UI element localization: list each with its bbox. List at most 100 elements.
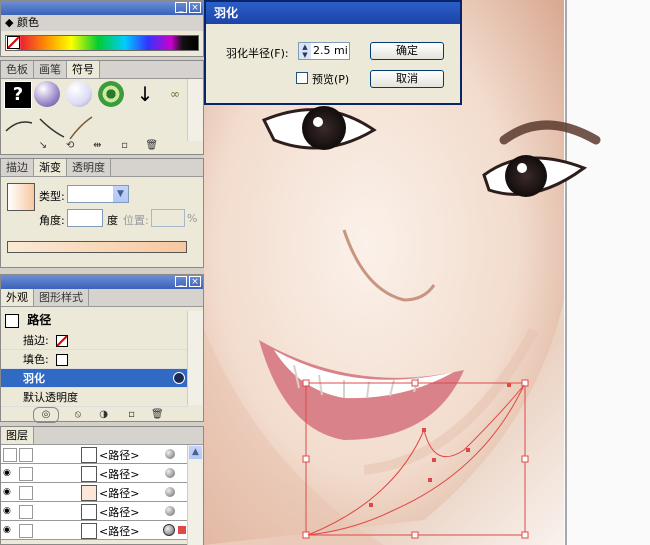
preview-checkbox[interactable] — [296, 72, 308, 84]
symbol-arrow-icon[interactable]: ↓ — [132, 81, 158, 107]
gradient-type-label: 类型: — [39, 190, 65, 203]
color-spectrum-bar[interactable] — [5, 35, 199, 51]
lock-toggle[interactable] — [19, 486, 33, 500]
eye-icon[interactable]: ◉ — [3, 505, 15, 517]
tab-graphic-styles[interactable]: 图形样式 — [34, 289, 89, 306]
appearance-object-title: 路径 — [27, 313, 52, 327]
symbol-sphere-white-icon[interactable] — [66, 81, 92, 107]
feather-dialog-title[interactable]: 羽化 — [206, 2, 460, 24]
appearance-row-stroke[interactable]: 描边: — [1, 331, 189, 350]
tab-gradient[interactable]: 渐变 — [34, 159, 67, 176]
layer-name[interactable]: <路径> — [99, 466, 139, 482]
layer-row[interactable]: <路径> — [1, 445, 189, 464]
layer-thumbnail-icon — [81, 523, 97, 539]
layer-name[interactable]: <路径> — [99, 485, 139, 501]
color-panel-titlebar[interactable]: _ × — [1, 1, 203, 15]
layer-row[interactable]: ◉ <路径> — [1, 483, 189, 502]
lock-toggle[interactable] — [19, 524, 33, 538]
appearance-scrollbar[interactable] — [187, 311, 203, 405]
appearance-panel-titlebar[interactable]: _ × — [1, 275, 203, 289]
target-circle-icon[interactable] — [165, 449, 175, 459]
angle-input[interactable] — [67, 209, 103, 227]
layer-row[interactable]: ◉ <路径> — [1, 521, 189, 540]
ok-button[interactable]: 确定 — [370, 42, 444, 60]
none-color-icon[interactable] — [7, 36, 21, 50]
break-link-icon[interactable]: ⇹ — [90, 139, 104, 153]
symbols-scrollbar[interactable] — [187, 79, 203, 141]
close-icon[interactable]: × — [189, 2, 201, 13]
clear-appearance-icon[interactable]: ⦸ — [71, 408, 85, 422]
angle-label: 角度: — [39, 214, 65, 227]
eye-icon[interactable]: ◉ — [3, 524, 15, 536]
duplicate-item-icon[interactable]: ▫ — [124, 408, 138, 422]
radius-stepper-icon[interactable]: ▲ ▼ — [299, 43, 311, 59]
fill-swatch-icon[interactable] — [56, 354, 69, 366]
layer-thumbnail-icon — [81, 447, 97, 463]
scroll-up-icon[interactable]: ▲ — [189, 446, 202, 459]
eye-icon[interactable]: ◉ — [3, 467, 15, 479]
layer-row[interactable]: ◉ <路径> — [1, 464, 189, 483]
stroke-none-icon[interactable] — [56, 335, 69, 347]
appearance-row-fill[interactable]: 填色: — [1, 350, 189, 369]
visibility-toggle[interactable] — [3, 448, 17, 462]
minimize-icon[interactable]: _ — [175, 276, 187, 287]
gradient-slider-bar[interactable] — [7, 241, 187, 253]
symbol-sphere-purple-icon[interactable] — [34, 81, 60, 107]
position-input[interactable] — [151, 209, 185, 227]
lock-toggle[interactable] — [19, 448, 33, 462]
collapse-arrow-icon[interactable]: ◆ — [5, 16, 13, 29]
layer-name[interactable]: <路径> — [99, 447, 139, 463]
minimize-icon[interactable]: _ — [175, 2, 187, 13]
tab-layers[interactable]: 图层 — [1, 427, 34, 444]
symbol-ornament-icon[interactable]: ∞ — [162, 87, 188, 101]
replace-symbol-icon[interactable]: ⟲ — [63, 139, 77, 153]
gradient-panel-tabs: 描边 渐变 透明度 — [1, 159, 203, 177]
preview-label[interactable]: 预览(P) — [312, 71, 349, 87]
reduce-basic-icon[interactable]: ◑ — [97, 408, 111, 422]
target-circle-icon[interactable] — [163, 524, 175, 536]
layers-scrollbar[interactable]: ▲ — [187, 445, 203, 545]
delete-symbol-icon[interactable]: 🗑 — [145, 139, 159, 153]
tab-brushes[interactable]: 画笔 — [34, 61, 67, 78]
tab-stroke[interactable]: 描边 — [1, 159, 34, 176]
feather-radius-label: 羽化半径(F): — [226, 47, 289, 60]
appearance-row-feather[interactable]: 羽化 — [1, 369, 189, 388]
new-art-basic-icon[interactable]: ◎ — [33, 407, 59, 423]
symbol-brush-strokes — [5, 116, 93, 140]
appearance-row-opacity[interactable]: 默认透明度 — [1, 388, 189, 407]
target-circle-icon[interactable] — [165, 487, 175, 497]
gradient-preview-swatch[interactable] — [7, 183, 35, 211]
angle-unit: 度 — [107, 214, 118, 227]
position-label: 位置: — [123, 214, 149, 227]
tab-swatches[interactable]: 色板 — [1, 61, 34, 78]
tab-appearance[interactable]: 外观 — [1, 289, 34, 306]
lock-toggle[interactable] — [19, 505, 33, 519]
layer-name[interactable]: <路径> — [99, 523, 139, 539]
symbols-panel: 色板 画笔 符号 ? ↓ ∞ ↘ ⟲ ⇹ ▫ 🗑 — [0, 60, 204, 155]
lock-toggle[interactable] — [19, 467, 33, 481]
cancel-button[interactable]: 取消 — [370, 70, 444, 88]
effect-icon[interactable] — [173, 372, 185, 384]
eye-icon[interactable]: ◉ — [3, 486, 15, 498]
delete-item-icon[interactable]: 🗑 — [150, 408, 164, 422]
layer-thumbnail-icon — [81, 466, 97, 482]
tab-transparency[interactable]: 透明度 — [67, 159, 111, 176]
layer-name[interactable]: <路径> — [99, 504, 139, 520]
feather-radius-input[interactable]: ▲ ▼ 2.5 mi — [298, 42, 350, 60]
appearance-toolbar: ◎ ⦸ ◑ ▫ 🗑 — [33, 406, 183, 423]
layers-list: <路径> ◉ <路径> ◉ <路径> ◉ <路径> ◉ <路径> — [1, 445, 189, 545]
new-symbol-icon[interactable]: ▫ — [118, 139, 132, 153]
fill-label: 填色: — [23, 353, 49, 366]
appearance-object-row[interactable]: 路径 — [5, 311, 189, 329]
layer-row[interactable]: ◉ <路径> — [1, 502, 189, 521]
close-icon[interactable]: × — [189, 276, 201, 287]
layer-thumbnail-icon — [81, 485, 97, 501]
chevron-down-icon[interactable]: ▼ — [113, 186, 128, 202]
target-circle-icon[interactable] — [165, 506, 175, 516]
gradient-type-select[interactable]: ▼ — [67, 185, 129, 203]
symbol-green-ring-icon[interactable] — [98, 81, 124, 107]
place-symbol-icon[interactable]: ↘ — [36, 139, 50, 153]
target-circle-icon[interactable] — [165, 468, 175, 478]
symbol-question-icon[interactable]: ? — [4, 81, 32, 109]
tab-symbols[interactable]: 符号 — [67, 61, 100, 78]
